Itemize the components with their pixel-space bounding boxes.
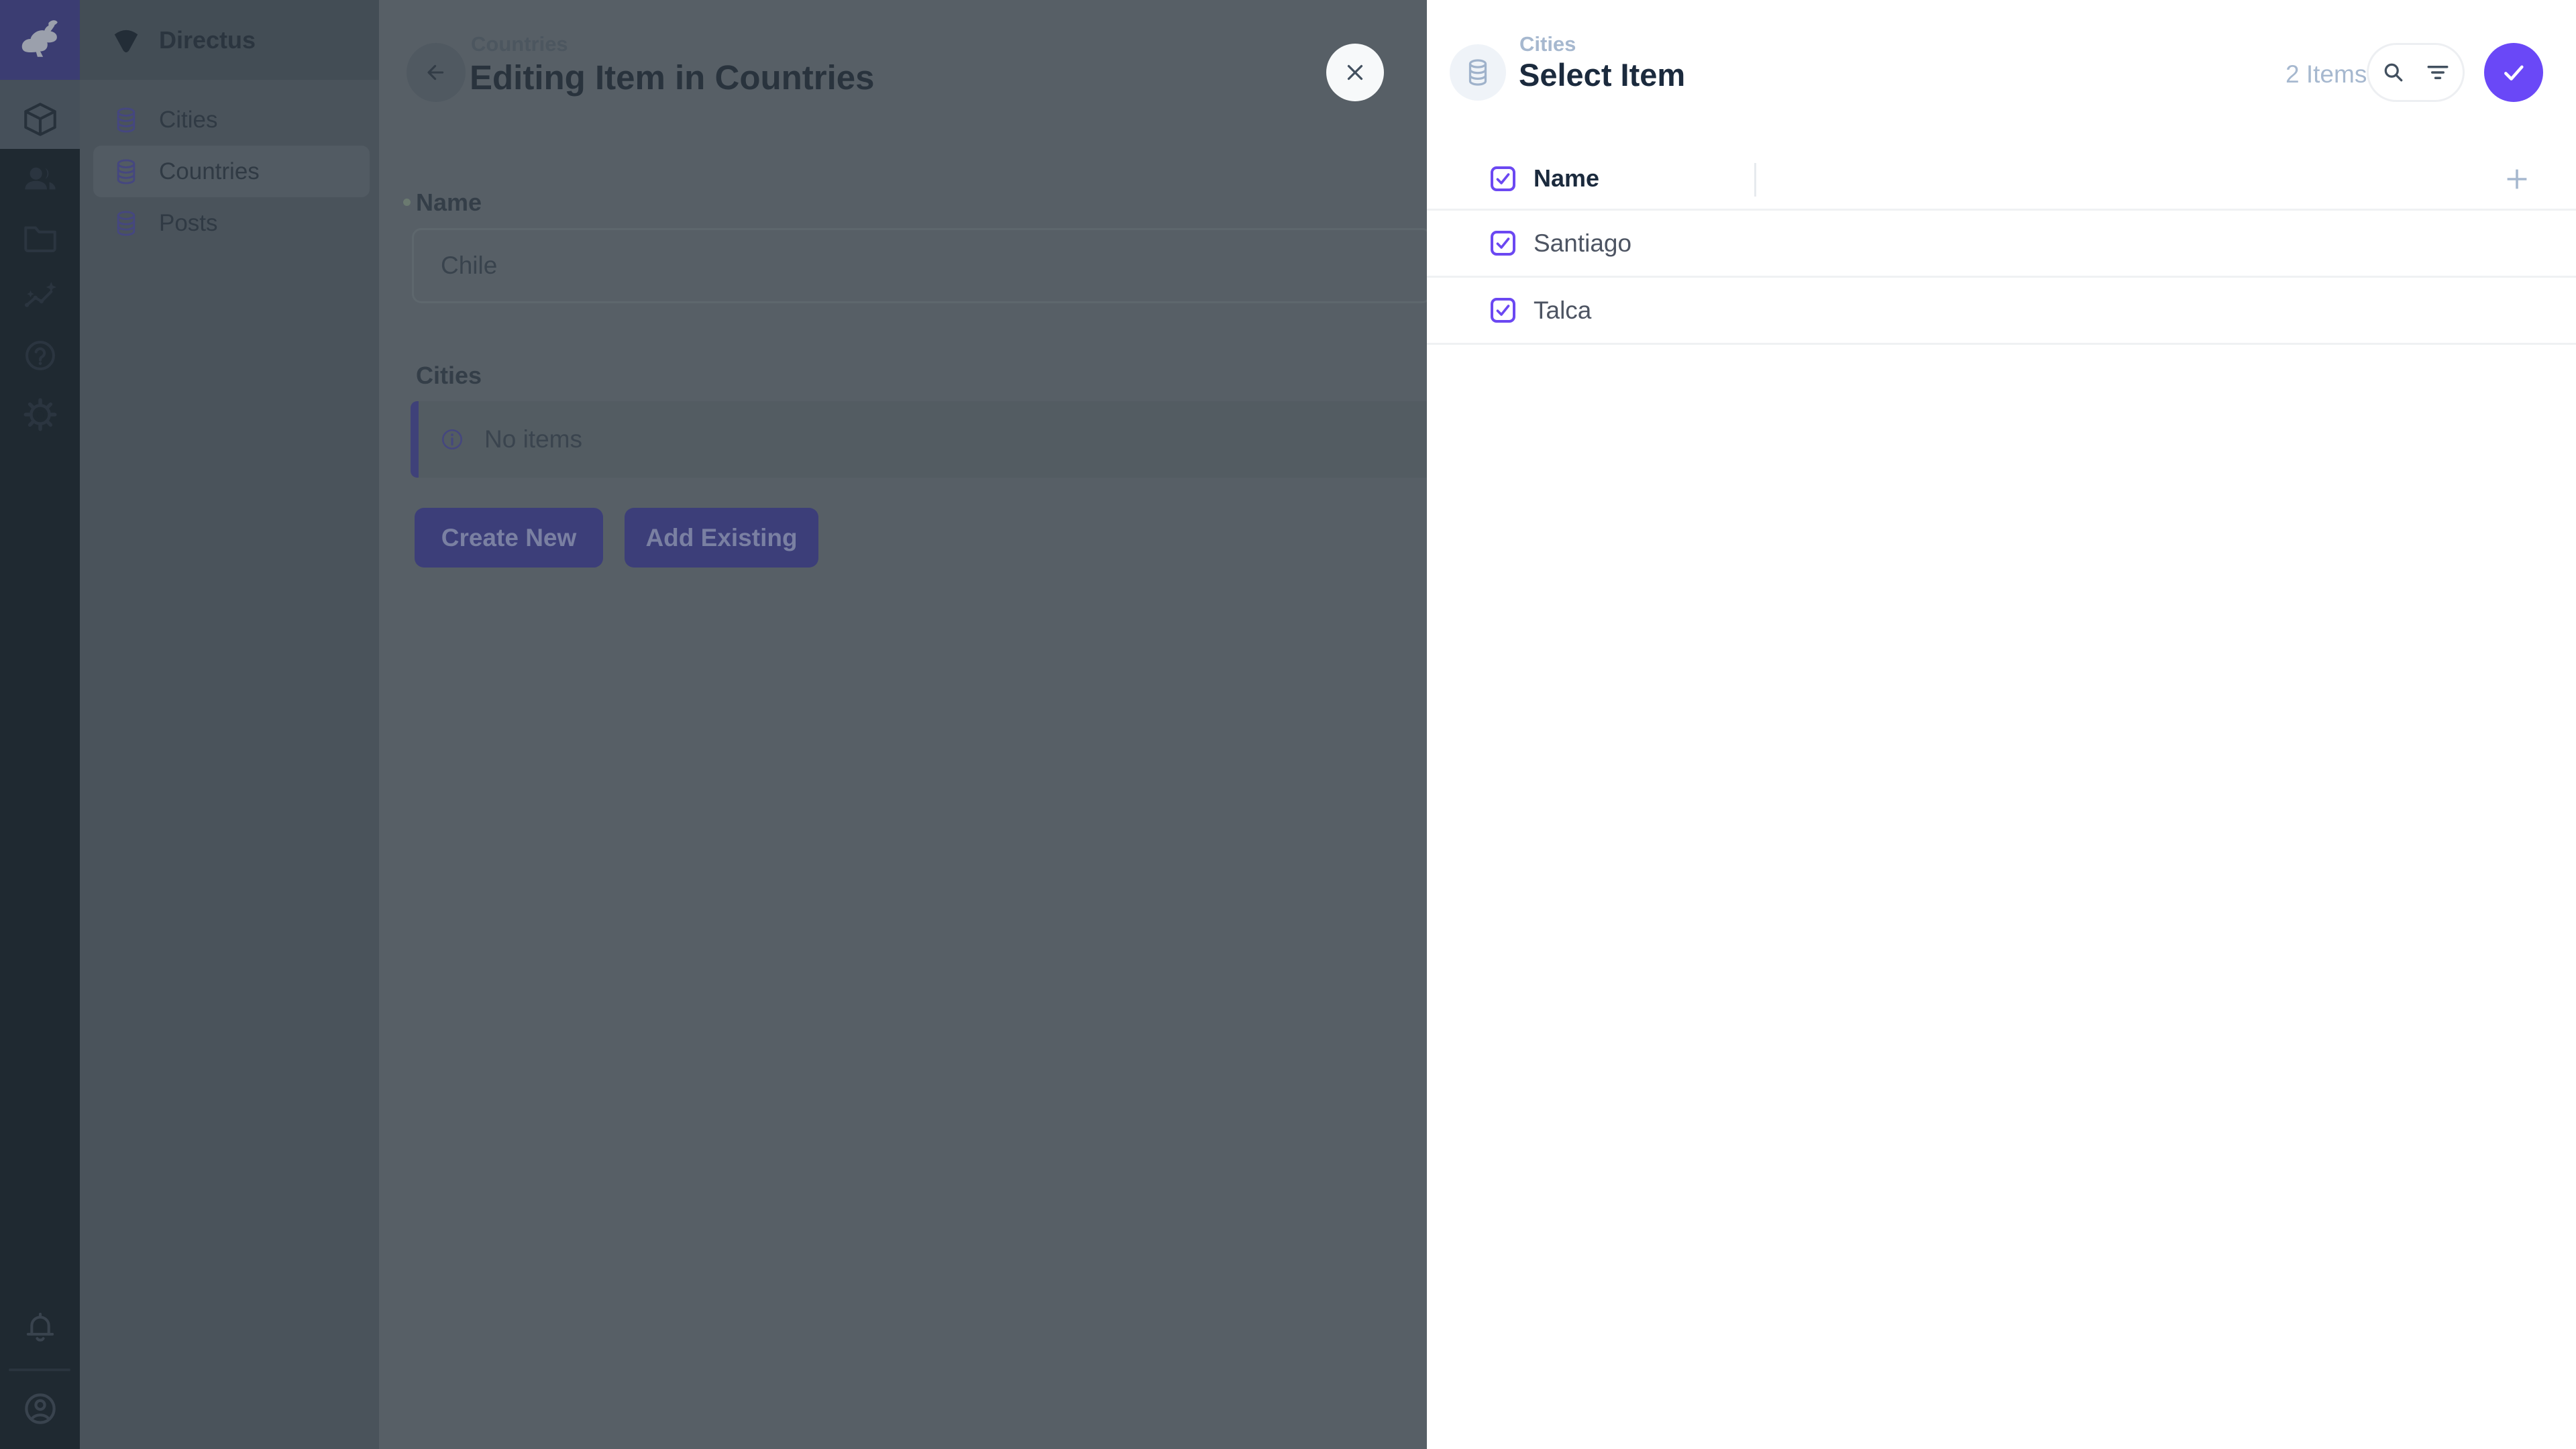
- row-checkbox[interactable]: [1491, 231, 1515, 256]
- filter-icon[interactable]: [2423, 58, 2453, 87]
- project-header[interactable]: Directus: [80, 0, 379, 80]
- rabbit-logo-icon: [18, 18, 62, 62]
- sidebar-item-label: Cities: [159, 107, 218, 133]
- notice-text: No items: [484, 425, 582, 453]
- sidebar-item-label: Posts: [159, 210, 218, 237]
- name-field-input[interactable]: [412, 228, 1432, 303]
- database-icon: [112, 158, 140, 186]
- module-bar-divider: [9, 1368, 70, 1371]
- select-all-checkbox[interactable]: [1491, 166, 1515, 191]
- collection-list: Cities Countries Posts: [80, 94, 379, 249]
- cities-field-label: Cities: [416, 362, 482, 390]
- database-icon: [1462, 57, 1493, 88]
- module-bar: [0, 0, 80, 1449]
- add-existing-button[interactable]: Add Existing: [625, 508, 818, 568]
- confirm-selection-button[interactable]: [2484, 43, 2543, 102]
- row-label: Talca: [1534, 297, 1591, 325]
- sidebar-item-label: Countries: [159, 158, 260, 185]
- table-row[interactable]: Talca: [1427, 278, 2576, 345]
- check-icon: [2499, 58, 2528, 87]
- sidebar-item-countries[interactable]: Countries: [93, 146, 370, 197]
- module-help-icon[interactable]: [0, 326, 80, 385]
- item-rows: Santiago Talca: [1427, 211, 2576, 345]
- project-shield-icon: [111, 25, 142, 56]
- search-filter-group: [2367, 43, 2465, 102]
- close-icon: [1342, 60, 1368, 85]
- drawer-title: Select Item: [1519, 56, 1685, 93]
- module-insights-icon[interactable]: [0, 267, 80, 326]
- project-name: Directus: [159, 26, 256, 54]
- add-column-button[interactable]: [2499, 161, 2535, 197]
- column-header-name[interactable]: Name: [1534, 164, 1599, 193]
- database-icon: [112, 209, 140, 237]
- drawer-collection-label: Cities: [1519, 32, 1576, 56]
- column-divider[interactable]: [1754, 163, 1756, 197]
- items-count: 2 Items: [2286, 60, 2367, 89]
- sidebar-item-cities[interactable]: Cities: [93, 94, 370, 146]
- create-new-button[interactable]: Create New: [415, 508, 603, 568]
- table-row[interactable]: Santiago: [1427, 211, 2576, 278]
- module-users-icon[interactable]: [0, 149, 80, 208]
- row-label: Santiago: [1534, 229, 1631, 258]
- table-header: Name: [1427, 148, 2576, 211]
- module-files-folder-icon[interactable]: [0, 208, 80, 267]
- collection-avatar: [1450, 44, 1506, 101]
- search-icon[interactable]: [2379, 58, 2408, 87]
- module-content-box-icon[interactable]: [0, 90, 80, 149]
- database-icon: [112, 106, 140, 134]
- back-button[interactable]: [407, 43, 466, 102]
- breadcrumb[interactable]: Countries: [471, 32, 568, 56]
- arrow-left-icon: [421, 58, 451, 87]
- page-title: Editing Item in Countries: [470, 58, 875, 97]
- name-field-label: Name: [416, 189, 482, 217]
- required-dot: [403, 199, 411, 206]
- drawer-close-button[interactable]: [1326, 44, 1384, 101]
- row-checkbox[interactable]: [1491, 298, 1515, 323]
- directus-logo[interactable]: [0, 0, 80, 80]
- select-item-drawer: Cities Select Item 2 Items: [1427, 0, 2576, 1449]
- account-icon[interactable]: [0, 1379, 80, 1438]
- notifications-bell-icon[interactable]: [0, 1297, 80, 1356]
- app-window: Directus Cities Countries: [0, 0, 2576, 1449]
- info-icon: [437, 425, 467, 454]
- cities-empty-notice: No items: [411, 401, 1432, 478]
- module-settings-gear-icon[interactable]: [0, 385, 80, 444]
- sidebar-item-posts[interactable]: Posts: [93, 197, 370, 249]
- plus-icon: [2502, 164, 2532, 195]
